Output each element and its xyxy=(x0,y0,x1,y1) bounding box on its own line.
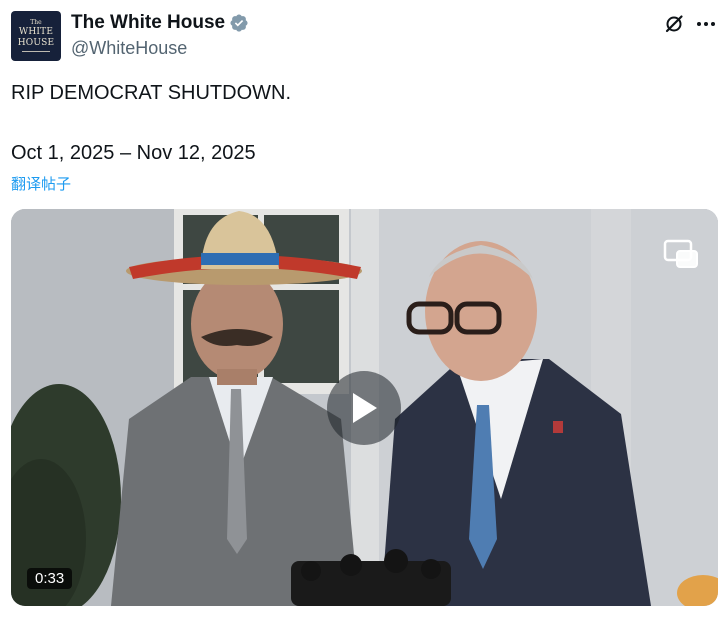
more-options-icon[interactable] xyxy=(695,14,717,34)
video-player[interactable]: 0:33 xyxy=(11,209,718,606)
play-icon xyxy=(353,393,377,423)
display-name[interactable]: The White House xyxy=(71,12,225,34)
verified-badge-icon[interactable] xyxy=(229,13,249,33)
user-handle[interactable]: @WhiteHouse xyxy=(71,38,187,59)
tweet-text: RIP DEMOCRAT SHUTDOWN. xyxy=(11,82,292,104)
avatar[interactable]: The WHITE HOUSE xyxy=(11,11,61,61)
tweet-dates: Oct 1, 2025 – Nov 12, 2025 xyxy=(11,142,256,164)
translate-post-link[interactable]: 翻译帖子 xyxy=(11,173,71,194)
video-duration: 0:33 xyxy=(27,568,73,589)
play-button[interactable] xyxy=(327,371,401,445)
avatar-line-1: The xyxy=(30,19,42,26)
avatar-line-2: WHITE xyxy=(18,27,54,37)
avatar-rule xyxy=(22,51,50,52)
grok-icon[interactable] xyxy=(664,14,684,34)
picture-in-picture-icon[interactable] xyxy=(663,239,699,269)
avatar-line-3: HOUSE xyxy=(17,38,55,48)
